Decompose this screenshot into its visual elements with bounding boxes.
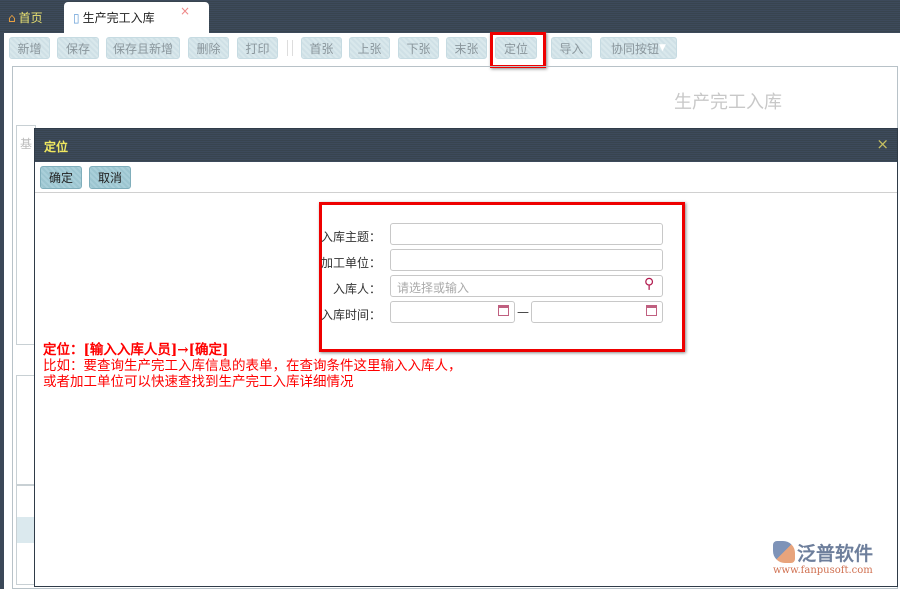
dialog-header: 定位 <box>35 129 897 162</box>
document-icon: ▯ <box>73 10 80 25</box>
toolbar-divider <box>292 40 293 56</box>
start-date-input[interactable] <box>390 301 515 323</box>
logo-url: www.fanpusoft.com <box>773 565 873 576</box>
tab-home-label: 首页 <box>18 11 43 25</box>
toolbar-button-7[interactable]: 下张 <box>398 37 439 59</box>
toolbar-button-label: 下张 <box>406 41 431 56</box>
divider <box>35 192 897 193</box>
chevron-down-icon: ▼ <box>659 43 666 53</box>
person-label: 入库人： <box>332 282 381 296</box>
time-label: 入库时间： <box>321 308 382 322</box>
logo-name: 泛普软件 <box>797 543 874 565</box>
toolbar-button-11[interactable]: 协同按钮 ▼ <box>600 37 677 59</box>
bg-panel <box>16 375 36 485</box>
toolbar-button-label: 保存且新增 <box>112 41 173 56</box>
person-placeholder: 请选择或输入 <box>397 281 470 295</box>
toolbar-button-label: 末张 <box>454 41 479 56</box>
calendar-icon[interactable] <box>646 305 657 316</box>
toolbar-button-label: 删除 <box>196 41 221 56</box>
end-date-input[interactable] <box>531 301 663 323</box>
toolbar-button-10[interactable]: 导入 <box>551 37 592 59</box>
confirm-button[interactable]: 确定 <box>40 166 82 189</box>
cancel-button[interactable]: 取消 <box>89 166 131 189</box>
calendar-icon[interactable] <box>498 305 509 316</box>
locate-dialog: 定位 × 确定 取消 入库主题： 加工单位： 入库人： 请选择或输入 ⚲ 入库时… <box>34 128 898 587</box>
bg-panel <box>16 125 36 345</box>
person-input[interactable]: 请选择或输入 <box>390 275 663 297</box>
toolbar-button-4[interactable]: 打印 <box>237 37 278 59</box>
subject-input[interactable] <box>390 223 663 245</box>
dialog-title: 定位 <box>44 140 69 154</box>
toolbar-button-label: 打印 <box>245 41 270 56</box>
range-separator: — <box>517 305 529 319</box>
unit-input[interactable] <box>390 249 663 271</box>
toolbar-button-label: 协同按钮 <box>611 41 660 56</box>
toolbar-button-3[interactable]: 删除 <box>188 37 229 59</box>
toolbar-button-label: 首张 <box>309 41 334 56</box>
search-icon[interactable]: ⚲ <box>644 276 654 292</box>
toolbar-button-8[interactable]: 末张 <box>446 37 487 59</box>
toolbar-button-0[interactable]: 新增 <box>9 37 50 59</box>
annotation-text: 定位：[输入入库人员]→[确定] 比如：要查询生产完工入库信息的表单，在查询条件这… <box>43 342 462 390</box>
tab-close-icon[interactable]: × <box>180 4 190 18</box>
toolbar-button-1[interactable]: 保存 <box>57 37 99 59</box>
toolbar-button-label: 导入 <box>559 41 584 56</box>
page-title: 生产完工入库 <box>674 92 782 113</box>
annotation-line: 比如：要查询生产完工入库信息的表单，在查询条件这里输入入库人， <box>43 358 462 374</box>
annotation-line: 定位：[输入入库人员]→[确定] <box>43 342 229 358</box>
toolbar-button-label: 新增 <box>17 41 42 56</box>
highlight-box <box>490 32 546 68</box>
close-icon[interactable]: × <box>876 135 889 153</box>
home-icon: ⌂ <box>8 10 16 25</box>
toolbar-divider <box>287 40 288 56</box>
toolbar-button-6[interactable]: 上张 <box>349 37 390 59</box>
tab-label: 生产完工入库 <box>82 11 155 25</box>
unit-label: 加工单位： <box>321 256 382 270</box>
toolbar-button-label: 上张 <box>357 41 382 56</box>
bg-table-header <box>17 517 35 543</box>
toolbar-button-5[interactable]: 首张 <box>301 37 342 59</box>
toolbar-button-label: 保存 <box>65 41 90 56</box>
tab-home[interactable]: ⌂ 首页 <box>8 9 43 26</box>
logo-mark <box>773 541 795 563</box>
toolbar-button-2[interactable]: 保存且新增 <box>106 37 180 59</box>
annotation-line: 或者加工单位可以快速查找到生产完工入库详细情况 <box>43 374 354 390</box>
subject-label: 入库主题： <box>321 230 382 244</box>
